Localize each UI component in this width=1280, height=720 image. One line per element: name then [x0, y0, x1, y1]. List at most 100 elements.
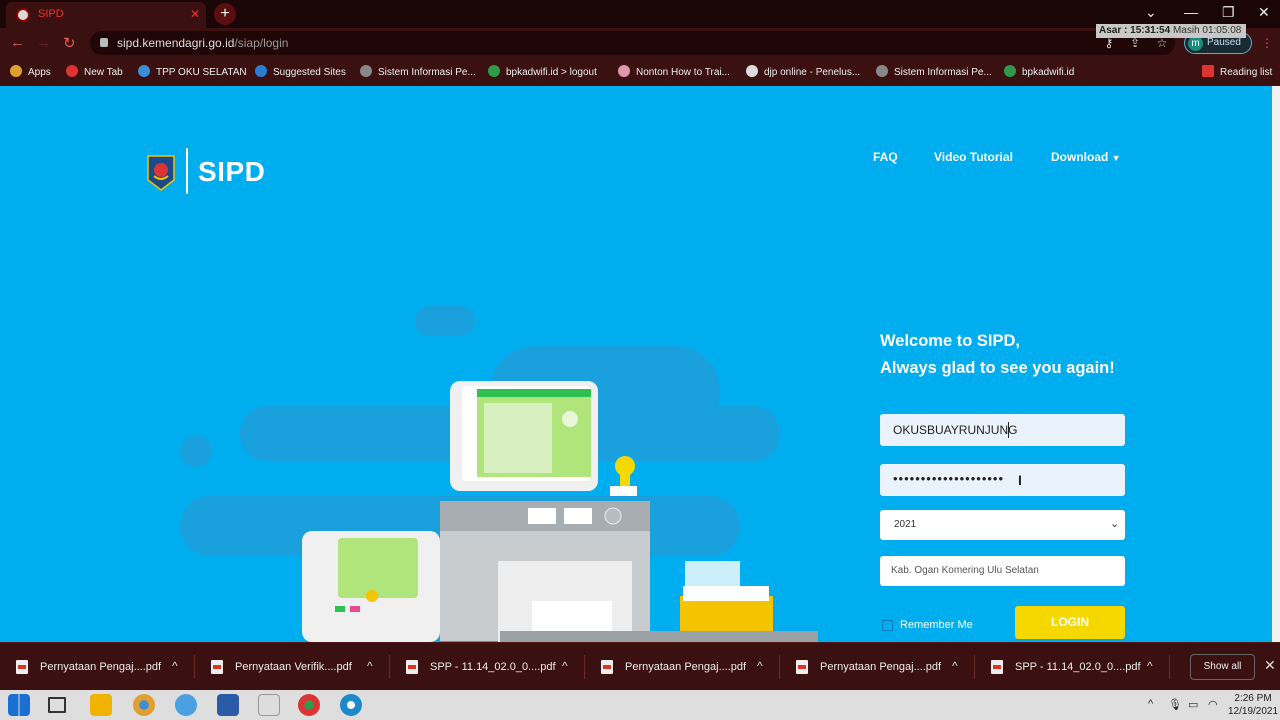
download-item[interactable]: Pernyataan Verifik....pdf ^: [195, 643, 390, 691]
username-value: OKUSBUAYRUNJUNG: [893, 423, 1018, 437]
pdf-file-icon: [16, 660, 28, 674]
password-input[interactable]: ••••••••••••••••••••: [880, 464, 1125, 496]
bookmark-favicon-icon: [1004, 65, 1016, 77]
chevron-up-icon[interactable]: ^: [757, 659, 763, 673]
download-item[interactable]: Pernyataan Pengaj....pdf ^: [780, 643, 975, 691]
chevron-up-icon[interactable]: ^: [1147, 659, 1153, 673]
nav-faq[interactable]: FAQ: [873, 150, 898, 164]
show-all-downloads-button[interactable]: Show all: [1190, 654, 1255, 680]
reading-list-button[interactable]: Reading list: [1202, 65, 1272, 78]
page-scrollbar[interactable]: [1272, 86, 1280, 642]
store-icon[interactable]: [258, 694, 280, 716]
address-bar[interactable]: sipd.kemendagri.go.id/siap/login: [90, 31, 1175, 55]
tab-title: SIPD: [38, 8, 64, 20]
minimize-button[interactable]: —: [1184, 4, 1198, 20]
login-button[interactable]: LOGIN: [1015, 606, 1125, 639]
close-window-button[interactable]: ✕: [1258, 4, 1270, 21]
nav-video-tutorial[interactable]: Video Tutorial: [934, 150, 1013, 164]
bookmark-item[interactable]: bpkadwifi.id > logout: [488, 65, 597, 78]
battery-icon[interactable]: ▭: [1188, 698, 1198, 711]
bookmark-label: Apps: [28, 67, 51, 78]
chevron-up-icon[interactable]: ^: [172, 659, 178, 673]
browser-tab[interactable]: SIPD ✕: [6, 2, 206, 28]
download-item[interactable]: Pernyataan Pengaj....pdf ^: [0, 643, 195, 691]
chevron-up-icon[interactable]: ^: [562, 659, 568, 673]
pdf-file-icon: [796, 660, 808, 674]
bookmark-item[interactable]: Sistem Informasi Pe...: [876, 65, 992, 78]
bookmark-item[interactable]: djp online - Penelus...: [746, 65, 860, 78]
bookmark-favicon-icon: [488, 65, 500, 77]
download-item[interactable]: SPP - 11.14_02.0_0....pdf ^: [390, 643, 585, 691]
menu-kebab-icon[interactable]: ⋮: [1260, 36, 1274, 50]
edge-icon[interactable]: [340, 694, 362, 716]
chevron-up-icon[interactable]: ^: [367, 659, 373, 673]
bookmark-label: Suggested Sites: [273, 67, 346, 78]
maximize-button[interactable]: ❐: [1222, 4, 1235, 21]
new-tab-button[interactable]: +: [214, 3, 236, 25]
chevron-down-icon: ⌄: [1110, 518, 1120, 530]
download-item[interactable]: SPP - 11.14_02.0_0....pdf ^: [975, 643, 1170, 691]
download-filename: Pernyataan Pengaj....pdf: [625, 661, 747, 673]
bookmark-item[interactable]: Apps: [10, 65, 51, 78]
forward-button[interactable]: →: [36, 34, 51, 51]
wifi-icon[interactable]: ◠: [1208, 698, 1218, 711]
pdf-file-icon: [991, 660, 1003, 674]
key-icon[interactable]: ⚷: [1102, 36, 1116, 50]
username-input[interactable]: OKUSBUAYRUNJUNG: [880, 414, 1125, 446]
bookmark-label: TPP OKU SELATAN: [156, 67, 247, 78]
bookmark-item[interactable]: Nonton How to Trai...: [618, 65, 730, 78]
pdf-file-icon: [406, 660, 418, 674]
nav-download[interactable]: Download ▼: [1051, 150, 1121, 164]
bookmark-favicon-icon: [618, 65, 630, 77]
chrome-icon[interactable]: [133, 694, 155, 716]
download-filename: SPP - 11.14_02.0_0....pdf: [1015, 661, 1141, 673]
chrome-active-icon[interactable]: [298, 694, 320, 716]
apps-grid-icon: [10, 65, 22, 77]
bookmark-item[interactable]: Sistem Informasi Pe...: [360, 65, 476, 78]
bookmark-item[interactable]: New Tab: [66, 65, 123, 78]
bookmark-label: Sistem Informasi Pe...: [378, 67, 476, 78]
browser-toolbar: ← → ↻ sipd.kemendagri.go.id/siap/login ⚷…: [0, 28, 1280, 58]
close-downloads-icon[interactable]: ✕: [1264, 657, 1276, 674]
start-windows-icon[interactable]: [8, 694, 30, 716]
remember-me-checkbox[interactable]: [882, 620, 893, 631]
bookmark-item[interactable]: Suggested Sites: [255, 65, 346, 78]
clock-time: 2:26 PM: [1234, 693, 1272, 704]
windows-taskbar: ^ 🎙 ▭ ◠ 2:26 PM 12/19/2021: [0, 690, 1280, 720]
bookmark-favicon-icon: [255, 65, 267, 77]
control-panel-icon[interactable]: [175, 694, 197, 716]
download-filename: Pernyataan Verifik....pdf: [235, 661, 352, 673]
bookmark-item[interactable]: TPP OKU SELATAN: [138, 65, 247, 78]
download-item[interactable]: Pernyataan Pengaj....pdf ^: [585, 643, 780, 691]
downloads-bar: Pernyataan Pengaj....pdf ^ Pernyataan Veri…: [0, 642, 1280, 690]
reload-button[interactable]: ↻: [63, 34, 76, 52]
bookmark-label: bpkadwifi.id > logout: [506, 67, 597, 78]
brand-logo[interactable]: SIPD: [198, 156, 265, 188]
url-text: sipd.kemendagri.go.id/siap/login: [117, 36, 289, 50]
region-value: Kab. Ogan Komering Ulu Selatan: [891, 565, 1039, 576]
download-filename: Pernyataan Pengaj....pdf: [40, 661, 162, 673]
close-tab-icon[interactable]: ✕: [190, 7, 200, 21]
microphone-icon[interactable]: 🎙: [1168, 698, 1182, 711]
tray-chevron-icon[interactable]: ^: [1148, 698, 1153, 710]
share-icon[interactable]: ⇪: [1128, 36, 1142, 50]
pdf-file-icon: [601, 660, 613, 674]
bookmark-item[interactable]: bpkadwifi.id: [1004, 65, 1074, 78]
remember-me-label[interactable]: Remember Me: [900, 619, 973, 631]
tab-search-icon[interactable]: ⌄: [1145, 4, 1157, 21]
app-icon[interactable]: [217, 694, 239, 716]
year-select[interactable]: 2021 ⌄: [880, 510, 1125, 540]
bookmark-label: New Tab: [84, 67, 123, 78]
task-view-icon[interactable]: [48, 697, 66, 713]
browser-tab-strip: SIPD ✕ + ⌄ — ❐ ✕: [0, 0, 1280, 28]
region-field[interactable]: Kab. Ogan Komering Ulu Selatan: [880, 556, 1125, 586]
chevron-up-icon[interactable]: ^: [952, 659, 958, 673]
taskbar-clock[interactable]: 2:26 PM 12/19/2021: [1228, 692, 1278, 718]
file-explorer-icon[interactable]: [90, 694, 112, 716]
avatar: m: [1188, 36, 1203, 51]
caret-down-icon: ▼: [1111, 153, 1121, 163]
office-illustration: [180, 306, 818, 642]
prayer-time-overlay: Asar : 15:31:54 Masih 01:05:08: [1096, 24, 1246, 38]
bookmark-star-icon[interactable]: ☆: [1155, 36, 1169, 50]
back-button[interactable]: ←: [10, 34, 25, 51]
